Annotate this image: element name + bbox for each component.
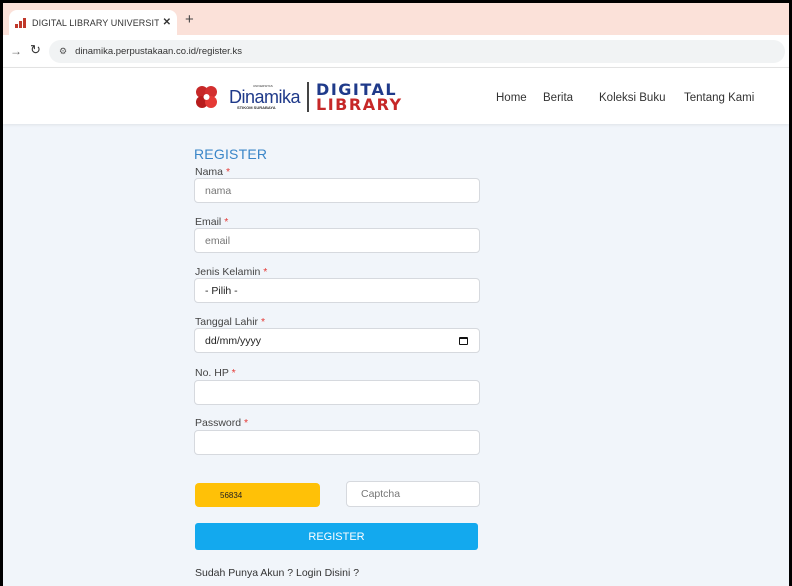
password-label: Password * (195, 417, 249, 429)
site-header: UNIVERSITAS Dinamika STIKOM SURABAYA DIG… (3, 68, 789, 124)
required-mark: * (224, 216, 229, 228)
browser-window: DIGITAL LIBRARY UNIVERSITAS ✕ + → ↻ ⚙ di… (3, 3, 789, 586)
library-favicon-icon (15, 17, 27, 28)
url-text: dinamika.perpustakaan.co.id/register.ks (75, 46, 242, 57)
nav-tentang-kami[interactable]: Tentang Kami (684, 92, 754, 104)
site-logo[interactable]: UNIVERSITAS Dinamika STIKOM SURABAYA DIG… (193, 81, 403, 114)
gender-selected-value: - Pilih - (205, 284, 238, 297)
url-field[interactable]: ⚙ dinamika.perpustakaan.co.id/register.k… (49, 40, 785, 63)
birthdate-label: Tanggal Lahir * (195, 316, 266, 328)
required-mark: * (263, 266, 268, 278)
tab-title: DIGITAL LIBRARY UNIVERSITAS (32, 17, 159, 28)
gender-select[interactable]: - Pilih - (194, 278, 480, 303)
password-input[interactable] (194, 430, 480, 455)
page-title: REGISTER (194, 146, 268, 162)
tab-bar: DIGITAL LIBRARY UNIVERSITAS ✕ + (3, 3, 789, 35)
new-tab-button[interactable]: + (185, 11, 194, 28)
forward-arrow-icon[interactable]: → (10, 44, 22, 58)
site-settings-icon[interactable]: ⚙ (59, 46, 67, 57)
email-label: Email * (195, 216, 229, 228)
address-bar: → ↻ ⚙ dinamika.perpustakaan.co.id/regist… (3, 35, 789, 68)
birthdate-input[interactable]: dd/mm/yyyy (194, 328, 480, 353)
dinamika-logo-icon (196, 86, 217, 108)
nav-home[interactable]: Home (496, 92, 527, 104)
required-mark: * (225, 166, 231, 178)
nav-berita[interactable]: Berita (543, 92, 573, 104)
calendar-icon[interactable] (459, 337, 468, 345)
captcha-placeholder: Captcha (361, 488, 401, 500)
nama-input[interactable]: nama (194, 178, 480, 203)
browser-tab[interactable]: DIGITAL LIBRARY UNIVERSITAS ✕ (9, 10, 177, 35)
phone-label: No. HP * (195, 367, 236, 379)
login-link[interactable]: Sudah Punya Akun ? Login Disini ? (195, 567, 359, 579)
close-tab-icon[interactable]: ✕ (163, 17, 171, 28)
logo-sub-text: STIKOM SURABAYA (237, 104, 276, 110)
email-input[interactable]: email (194, 228, 480, 253)
nav-koleksi-buku[interactable]: Koleksi Buku (599, 92, 665, 104)
email-placeholder: email (205, 234, 231, 247)
captcha-input[interactable]: Captcha (346, 481, 480, 507)
birthdate-value: dd/mm/yyyy (205, 334, 262, 347)
nama-label: Nama * (195, 166, 231, 178)
reload-icon[interactable]: ↻ (30, 42, 41, 58)
captcha-code: 56834 (195, 483, 320, 507)
required-mark: * (244, 417, 249, 429)
nama-placeholder: nama (205, 184, 232, 197)
logo-divider (307, 82, 310, 112)
gender-label: Jenis Kelamin * (195, 266, 268, 278)
logo-library-text: LIBRARY (316, 95, 403, 114)
logo-name-text: Dinamika (229, 86, 301, 107)
required-mark: * (260, 316, 266, 328)
phone-input[interactable] (194, 380, 480, 405)
required-mark: * (231, 367, 236, 379)
register-button[interactable]: REGISTER (195, 523, 478, 550)
